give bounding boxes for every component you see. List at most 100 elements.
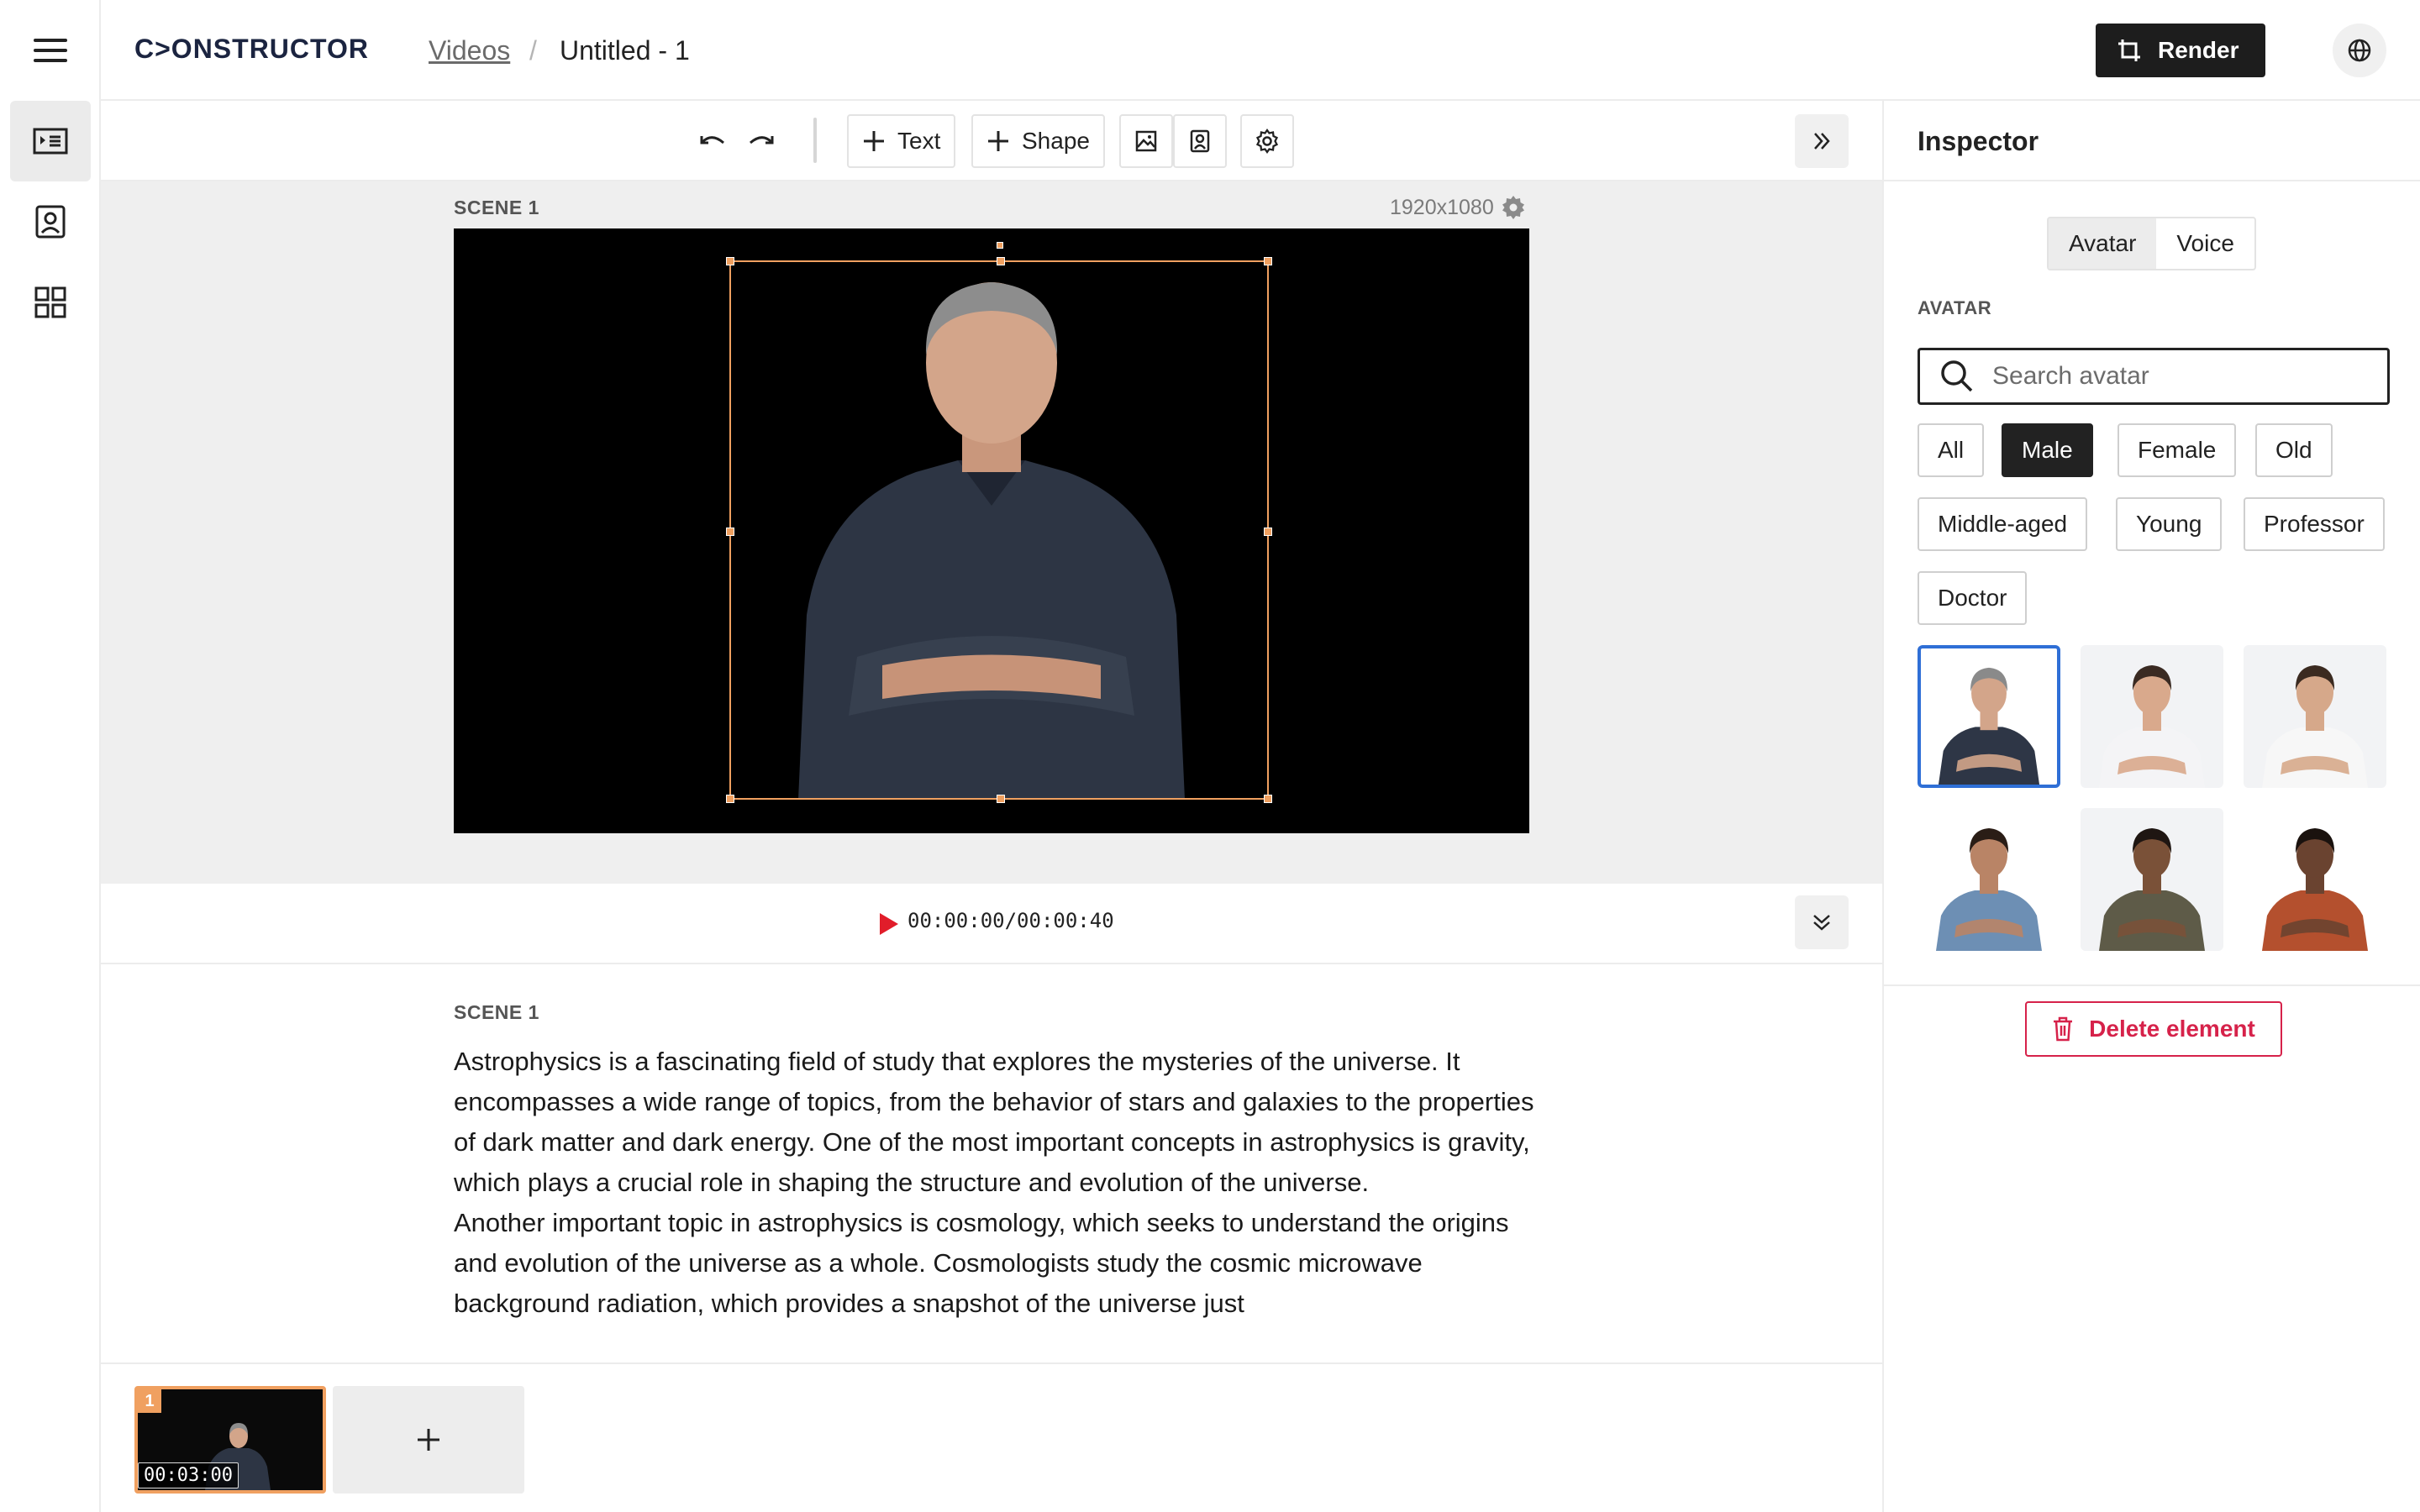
add-text-button[interactable]: Text xyxy=(847,114,956,168)
inspector-panel: Inspector Avatar Voice AVATAR All Male F… xyxy=(1882,101,2420,1512)
filter-chip-professor[interactable]: Professor xyxy=(2244,497,2385,551)
avatar-icon xyxy=(1190,129,1210,153)
filter-chip-male[interactable]: Male xyxy=(2002,423,2093,477)
add-scene-button[interactable] xyxy=(333,1386,524,1494)
delete-element-button[interactable]: Delete element xyxy=(2025,1001,2282,1057)
avatar-icon xyxy=(35,205,66,239)
scene-settings-button[interactable] xyxy=(1240,114,1294,168)
script-text-area[interactable]: Astrophysics is a fascinating field of s… xyxy=(454,1042,1546,1324)
delete-element-label: Delete element xyxy=(2089,1016,2255,1042)
gear-icon xyxy=(1502,196,1524,219)
undo-button[interactable] xyxy=(694,123,731,160)
script-editor-icon xyxy=(33,128,68,155)
resize-handle-w[interactable] xyxy=(726,528,734,536)
avatar-section-label: AVATAR xyxy=(1918,297,1992,318)
avatar-search-input[interactable] xyxy=(1992,362,2362,391)
double-chevron-down-icon xyxy=(1813,915,1830,931)
redo-button[interactable] xyxy=(743,123,780,160)
rail-item-templates[interactable] xyxy=(10,262,91,343)
avatar-portrait-image xyxy=(2099,828,2205,951)
scene-thumbnail[interactable]: 1 00:03:00 xyxy=(134,1386,326,1494)
resize-handle-n[interactable] xyxy=(997,257,1005,265)
avatar-portrait-image xyxy=(1938,667,2040,785)
search-icon xyxy=(1941,360,1973,392)
resize-handle-nw[interactable] xyxy=(726,257,734,265)
avatar-portrait-image xyxy=(2099,665,2205,788)
resolution-control[interactable]: 1920x1080 xyxy=(1390,195,1526,220)
script-paragraph[interactable]: Astrophysics is a fascinating field of s… xyxy=(454,1042,1546,1203)
play-button[interactable] xyxy=(872,907,906,941)
double-chevron-right-icon xyxy=(1814,133,1830,150)
editor-toolbar: Text Shape xyxy=(101,101,1882,181)
add-shape-button[interactable]: Shape xyxy=(971,114,1105,168)
avatar-search-box[interactable] xyxy=(1918,348,2390,405)
filter-chip-old[interactable]: Old xyxy=(2255,423,2333,477)
breadcrumb-videos-link[interactable]: Videos xyxy=(429,35,510,66)
render-button[interactable]: Render xyxy=(2096,24,2265,77)
resize-handle-se[interactable] xyxy=(1264,795,1272,803)
toolbar-divider xyxy=(813,118,817,163)
add-shape-label: Shape xyxy=(1022,128,1090,154)
app-root: C>ONSTRUCTOR Videos / Untitled - 1 Rende… xyxy=(0,0,2420,1512)
filter-chip-middle-aged[interactable]: Middle-aged xyxy=(1918,497,2088,551)
inspector-tabs: Avatar Voice xyxy=(2047,217,2256,270)
resize-handle-s[interactable] xyxy=(997,795,1005,803)
script-paragraph[interactable]: Another important topic in astrophysics … xyxy=(454,1203,1546,1324)
video-preview[interactable] xyxy=(454,228,1529,833)
add-avatar-button[interactable] xyxy=(1173,114,1227,168)
filter-chip-all[interactable]: All xyxy=(1918,423,1985,477)
tab-avatar[interactable]: Avatar xyxy=(2049,218,2157,269)
resize-handle-ne[interactable] xyxy=(1264,257,1272,265)
undo-icon xyxy=(700,136,724,144)
avatar-option[interactable] xyxy=(2081,645,2223,788)
plus-icon xyxy=(988,131,1008,151)
canvas-scene-label: SCENE 1 xyxy=(454,197,539,218)
rotate-handle[interactable] xyxy=(997,242,1003,249)
inspector-divider xyxy=(1884,180,2420,181)
scene-number-badge: 1 xyxy=(138,1389,161,1413)
language-button[interactable] xyxy=(2333,24,2386,77)
hamburger-menu-icon[interactable] xyxy=(30,34,71,67)
play-icon xyxy=(880,913,898,935)
globe-icon xyxy=(2348,39,2371,62)
avatar-option[interactable] xyxy=(2244,808,2386,951)
breadcrumb-separator: / xyxy=(529,35,537,66)
resolution-label: 1920x1080 xyxy=(1390,195,1494,219)
avatar-portrait-image xyxy=(2262,665,2368,788)
resize-handle-e[interactable] xyxy=(1264,528,1272,536)
trash-icon xyxy=(2054,1016,2073,1042)
templates-grid-icon xyxy=(34,286,66,318)
image-icon xyxy=(1135,130,1157,152)
script-scene-label: SCENE 1 xyxy=(454,1001,539,1023)
avatar-selection-box[interactable] xyxy=(726,242,1272,803)
page-title[interactable]: Untitled - 1 xyxy=(560,35,690,66)
expand-script-button[interactable] xyxy=(1795,895,1849,949)
crop-render-icon xyxy=(2118,39,2140,61)
script-editor: SCENE 1 Astrophysics is a fascinating fi… xyxy=(101,964,1882,1362)
tab-voice[interactable]: Voice xyxy=(2156,218,2254,269)
playback-timecode: 00:00:00/00:00:40 xyxy=(908,909,1114,932)
avatar-option[interactable] xyxy=(2244,645,2386,788)
playback-bar: 00:00:00/00:00:40 xyxy=(101,884,1882,964)
top-bar: C>ONSTRUCTOR Videos / Untitled - 1 Rende… xyxy=(101,0,2420,101)
filter-chip-doctor[interactable]: Doctor xyxy=(1918,571,2028,625)
avatar-option[interactable] xyxy=(1918,808,2060,951)
inspector-divider xyxy=(1884,984,2420,986)
scene-timeline: 1 00:03:00 xyxy=(101,1362,1882,1512)
plus-icon xyxy=(418,1429,439,1451)
plus-icon xyxy=(864,131,884,151)
add-image-button[interactable] xyxy=(1119,114,1173,168)
collapse-inspector-button[interactable] xyxy=(1795,114,1849,168)
filter-chip-young[interactable]: Young xyxy=(2116,497,2223,551)
add-text-label: Text xyxy=(897,128,941,154)
brand-logo[interactable]: C>ONSTRUCTOR xyxy=(134,34,369,65)
avatar-option[interactable] xyxy=(1918,645,2060,788)
avatar-portrait-image xyxy=(1936,828,2042,951)
resize-handle-sw[interactable] xyxy=(726,795,734,803)
left-rail xyxy=(0,0,101,1512)
rail-item-avatar[interactable] xyxy=(10,181,91,262)
filter-chip-female[interactable]: Female xyxy=(2118,423,2237,477)
avatar-option[interactable] xyxy=(2081,808,2223,951)
scene-duration: 00:03:00 xyxy=(138,1462,239,1488)
rail-item-script[interactable] xyxy=(10,101,91,181)
